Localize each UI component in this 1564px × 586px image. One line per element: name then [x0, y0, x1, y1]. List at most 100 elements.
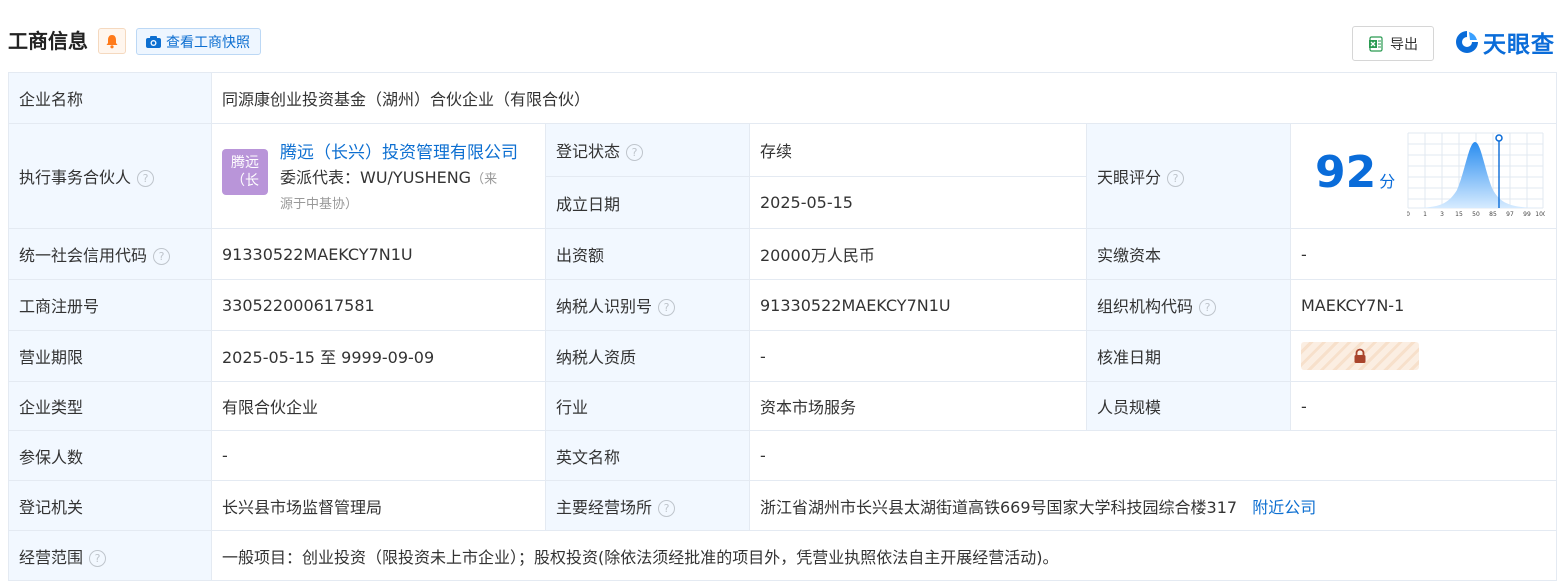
help-icon[interactable]: ?	[658, 299, 676, 316]
score-axis-tick: 100	[1535, 211, 1545, 218]
staff-value: -	[1289, 381, 1558, 431]
help-icon[interactable]: ?	[153, 248, 171, 265]
taxpayer-id-label: 纳税人识别号	[556, 297, 653, 316]
taxpayer-qual-value: -	[749, 330, 1087, 382]
address-cell: 浙江省湖州市长兴县太湖街道高铁669号国家大学科技园综合楼317 附近公司	[748, 480, 1558, 531]
score-unit: 分	[1379, 172, 1396, 191]
score-value-wrap: 92 分	[1315, 148, 1395, 207]
address-label: 主要经营场所	[556, 497, 653, 517]
brand-logo: 天眼查	[1454, 26, 1555, 58]
camera-icon	[146, 35, 161, 48]
company-name-label: 企业名称	[8, 72, 212, 124]
credit-code-value: 91330522MAEKCY7N1U	[211, 228, 546, 280]
partner-name-link[interactable]: 腾远（长兴）投资管理有限公司	[280, 141, 518, 165]
section-title: 工商信息	[8, 29, 88, 53]
founded-label: 成立日期	[545, 176, 750, 229]
staff-label: 人员规模	[1086, 381, 1291, 431]
approval-date-cell	[1289, 330, 1558, 382]
table-row: 执行事务合伙人? 腾远（长 腾远（长兴）投资管理有限公司 委派代表：WU/YUS…	[8, 123, 1558, 229]
table-row: 工商注册号 330522000617581 纳税人识别号? 91330522MA…	[8, 279, 1558, 331]
taxpayer-id-label-cell: 纳税人识别号?	[545, 279, 750, 331]
help-icon[interactable]: ?	[626, 144, 644, 161]
type-label: 企业类型	[8, 381, 212, 431]
table-row: 企业名称 同源康创业投资基金（湖州）合伙企业（有限合伙）	[8, 72, 1558, 124]
founded-value: 2025-05-15	[749, 176, 1087, 229]
table-row: 参保人数 - 英文名称 -	[8, 430, 1558, 481]
score-axis-tick: 3	[1440, 211, 1444, 218]
score-axis-tick: 85	[1489, 211, 1497, 218]
paid-capital-label: 实缴资本	[1086, 228, 1291, 280]
section-header: 工商信息 查看工商快照 导出 天眼查	[0, 0, 1564, 72]
partner-avatar: 腾远（长	[222, 148, 268, 195]
business-info-table: 企业名称 同源康创业投资基金（湖州）合伙企业（有限合伙） 执行事务合伙人? 腾远…	[8, 72, 1558, 581]
score-axis-tick: 1	[1423, 211, 1427, 218]
help-icon[interactable]: ?	[658, 499, 676, 517]
score-label-cell: 天眼评分?	[1086, 123, 1291, 229]
insured-value: -	[211, 430, 546, 481]
locked-value[interactable]	[1301, 342, 1419, 370]
table-row: 营业期限 2025-05-15 至 9999-09-09 纳税人资质 - 核准日…	[8, 330, 1558, 382]
partner-cell: 腾远（长 腾远（长兴）投资管理有限公司 委派代表：WU/YUSHENG（来 源于…	[211, 123, 546, 229]
insured-label: 参保人数	[8, 430, 212, 481]
org-code-label-cell: 组织机构代码?	[1086, 279, 1291, 331]
reg-no-value: 330522000617581	[211, 279, 546, 331]
score-distribution-chart: 0 1 3 15 50 85 97 99 100	[1407, 132, 1545, 218]
english-name-label: 英文名称	[545, 430, 750, 481]
subscribe-button[interactable]	[98, 28, 126, 54]
score-axis-tick: 0	[1407, 211, 1410, 218]
help-icon[interactable]: ?	[89, 549, 107, 567]
org-code-label: 组织机构代码	[1097, 297, 1194, 316]
lock-icon	[1354, 348, 1366, 363]
industry-label: 行业	[545, 381, 750, 431]
approval-date-label: 核准日期	[1086, 330, 1291, 382]
capital-value: 20000万人民币	[749, 228, 1087, 280]
table-row: 企业类型 有限合伙企业 行业 资本市场服务 人员规模 -	[8, 381, 1558, 431]
table-row: 经营范围? 一般项目：创业投资（限投资未上市企业）；股权投资(除依法须经批准的项…	[8, 530, 1558, 581]
capital-label: 出资额	[545, 228, 750, 280]
status-label: 登记状态	[556, 142, 621, 161]
view-snapshot-button[interactable]: 查看工商快照	[136, 28, 261, 55]
taxpayer-id-value: 91330522MAEKCY7N1U	[749, 279, 1087, 331]
excel-icon	[1369, 35, 1383, 52]
score-axis-tick: 99	[1523, 211, 1531, 218]
org-code-value: MAEKCY7N-1	[1289, 279, 1558, 331]
nearby-companies-link[interactable]: 附近公司	[1252, 498, 1316, 517]
company-name-value: 同源康创业投资基金（湖州）合伙企业（有限合伙）	[210, 72, 1558, 124]
view-snapshot-label: 查看工商快照	[166, 34, 250, 51]
help-icon[interactable]: ?	[1167, 170, 1185, 187]
address-label-cell: 主要经营场所?	[545, 480, 750, 531]
help-icon[interactable]: ?	[137, 170, 155, 187]
paid-capital-value: -	[1289, 228, 1558, 280]
export-button[interactable]: 导出	[1352, 26, 1434, 61]
status-value: 存续	[749, 123, 1087, 177]
term-value: 2025-05-15 至 9999-09-09	[211, 330, 546, 382]
table-row: 统一社会信用代码? 91330522MAEKCY7N1U 出资额 20000万人…	[8, 228, 1558, 280]
score-axis-tick: 15	[1455, 211, 1463, 218]
score-cell[interactable]: 92 分 0 1 3 15 50 85 97 99 100	[1289, 123, 1558, 229]
table-row: 登记机关 长兴县市场监督管理局 主要经营场所? 浙江省湖州市长兴县太湖街道高铁6…	[8, 480, 1558, 531]
industry-value: 资本市场服务	[749, 381, 1087, 431]
status-label-cell: 登记状态?	[545, 123, 750, 177]
partner-label: 执行事务合伙人	[19, 168, 132, 187]
partner-source-note-b: 源于中基协）	[280, 196, 359, 212]
credit-code-label: 统一社会信用代码	[19, 246, 148, 265]
tianyancha-logo-icon	[1456, 31, 1478, 53]
brand-name: 天眼查	[1483, 32, 1555, 58]
export-label: 导出	[1390, 36, 1418, 53]
address-value: 浙江省湖州市长兴县太湖街道高铁669号国家大学科技园综合楼317	[760, 497, 1238, 517]
scope-label: 经营范围	[19, 547, 84, 567]
help-icon[interactable]: ?	[1199, 299, 1217, 316]
scope-label-cell: 经营范围?	[8, 530, 212, 581]
authority-value: 长兴县市场监督管理局	[211, 480, 546, 531]
score-value: 92	[1315, 147, 1377, 198]
score-label: 天眼评分	[1097, 168, 1162, 187]
partner-representative: 委派代表：WU/YUSHENG	[280, 167, 472, 187]
partner-source-note-a: （来	[471, 171, 498, 187]
type-value: 有限合伙企业	[211, 381, 546, 431]
scope-value: 一般项目：创业投资（限投资未上市企业）；股权投资(除依法须经批准的项目外，凭营业…	[210, 530, 1558, 581]
reg-no-label: 工商注册号	[8, 279, 212, 331]
authority-label: 登记机关	[8, 480, 212, 531]
taxpayer-qual-label: 纳税人资质	[545, 330, 750, 382]
partner-label-cell: 执行事务合伙人?	[8, 123, 212, 229]
credit-code-label-cell: 统一社会信用代码?	[8, 228, 212, 280]
